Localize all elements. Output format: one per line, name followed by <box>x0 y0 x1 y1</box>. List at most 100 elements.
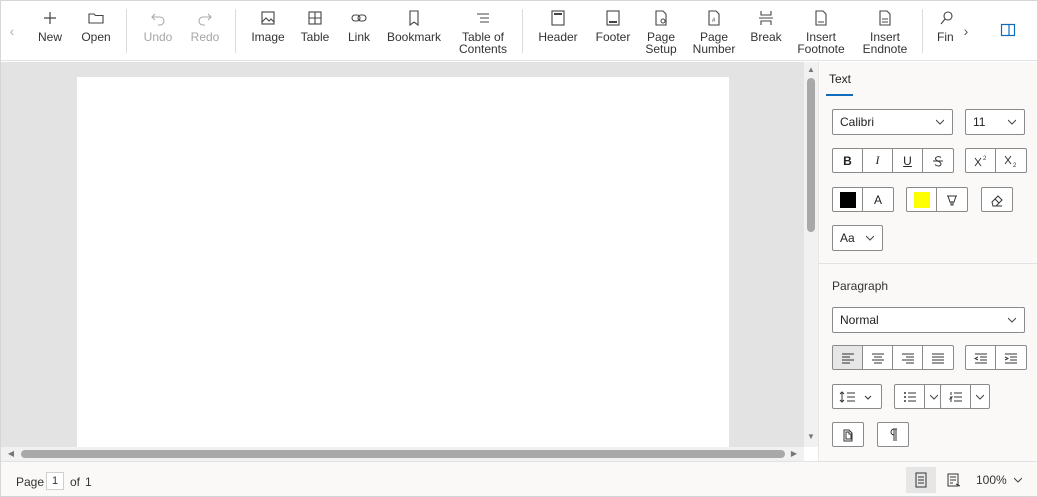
scroll-left-icon[interactable]: ◀ <box>5 447 17 461</box>
bullet-list-icon <box>903 391 916 402</box>
new-button[interactable]: New <box>35 7 65 57</box>
toolbar-scroll-left-icon[interactable]: ‹ <box>5 19 19 43</box>
italic-button[interactable]: I <box>863 149 893 172</box>
plus-icon <box>44 12 56 24</box>
highlight-dropdown-button[interactable] <box>937 188 967 211</box>
horizontal-scroll-thumb[interactable] <box>21 450 785 458</box>
link-button[interactable]: Link <box>344 7 374 57</box>
print-layout-button[interactable] <box>906 467 936 493</box>
font-color-group: A <box>832 187 894 212</box>
paste-icon <box>843 429 853 441</box>
svg-text:2: 2 <box>1013 163 1017 168</box>
zoom-select[interactable]: 100% <box>976 470 1024 490</box>
svg-text:2: 2 <box>983 156 987 162</box>
align-center-button[interactable] <box>863 346 893 369</box>
decrease-indent-button[interactable] <box>966 346 996 369</box>
bookmark-button[interactable]: Bookmark <box>387 7 441 57</box>
font-color-button[interactable] <box>833 188 863 211</box>
numbered-list-group <box>940 384 990 409</box>
highlight-color-button[interactable] <box>907 188 937 211</box>
footer-button[interactable]: Footer <box>593 7 633 57</box>
table-icon <box>308 11 322 25</box>
scroll-down-icon[interactable]: ▼ <box>804 431 818 443</box>
strikethrough-icon <box>933 155 943 166</box>
align-left-button[interactable] <box>833 346 863 369</box>
bold-button[interactable]: B <box>833 149 863 172</box>
page-number-button[interactable]: # Page Number <box>691 7 737 57</box>
open-button[interactable]: Open <box>79 7 113 57</box>
insert-endnote-button[interactable]: Insert Endnote <box>859 7 911 57</box>
scroll-up-icon[interactable]: ▲ <box>804 64 818 76</box>
superscript-button[interactable]: 2 <box>966 149 996 172</box>
font-family-value: Calibri <box>840 115 875 129</box>
table-of-contents-icon <box>477 13 489 23</box>
line-spacing-button[interactable] <box>833 385 881 408</box>
clear-formatting-button[interactable] <box>982 188 1012 211</box>
vertical-scroll-thumb[interactable] <box>807 78 815 232</box>
change-case-select[interactable]: Aa <box>832 225 883 251</box>
paragraph-section-title: Paragraph <box>832 279 889 293</box>
paste-group <box>832 422 864 447</box>
break-label: Break <box>750 30 782 44</box>
numbered-list-button[interactable] <box>941 385 971 408</box>
paragraph-style-select[interactable]: Normal <box>832 307 1025 333</box>
document-page[interactable] <box>77 77 729 447</box>
bookmark-icon <box>409 10 419 27</box>
table-button[interactable]: Table <box>299 7 331 57</box>
toolbar: ‹ New Open Undo Redo Image Table Link Bo… <box>1 1 1037 61</box>
toolbar-separator <box>522 9 523 53</box>
table-label: Table <box>300 30 330 44</box>
clear-formatting-group <box>981 187 1013 212</box>
font-size-value: 11 <box>973 115 986 129</box>
font-family-select[interactable]: Calibri <box>832 109 953 135</box>
redo-button[interactable]: Redo <box>189 7 221 57</box>
document-editor: ‹ New Open Undo Redo Image Table Link Bo… <box>0 0 1038 497</box>
numbered-list-icon <box>948 391 962 401</box>
justify-button[interactable] <box>923 346 953 369</box>
undo-label: Undo <box>143 30 173 44</box>
show-hide-marks-group <box>877 422 909 447</box>
break-button[interactable]: Break <box>749 7 783 57</box>
table-of-contents-button[interactable]: Table of Contents <box>456 7 510 57</box>
paste-button[interactable] <box>833 423 863 446</box>
vertical-scrollbar[interactable]: ▲ ▼ <box>804 62 818 447</box>
font-color-swatch <box>839 191 856 208</box>
toggle-properties-pane-button[interactable] <box>999 21 1017 39</box>
eraser-icon <box>991 194 1003 206</box>
strikethrough-button[interactable] <box>923 149 953 172</box>
increase-indent-button[interactable] <box>996 346 1026 369</box>
numbered-list-dropdown-button[interactable] <box>971 385 989 408</box>
current-page-input[interactable]: 1 <box>46 472 64 490</box>
insert-footnote-button[interactable]: Insert Footnote <box>795 7 847 57</box>
line-spacing-icon <box>839 390 872 403</box>
increase-indent-icon <box>1004 353 1017 363</box>
align-center-icon <box>871 353 884 363</box>
underline-button[interactable]: U <box>893 149 923 172</box>
open-label: Open <box>81 30 111 44</box>
scroll-right-icon[interactable]: ▶ <box>788 447 800 461</box>
font-color-dropdown-button[interactable]: A <box>863 188 893 211</box>
break-icon <box>759 11 773 25</box>
show-hide-marks-button[interactable] <box>878 423 908 446</box>
find-button[interactable]: Fin <box>937 7 957 57</box>
page-setup-icon <box>655 10 667 26</box>
page-setup-label-line2: Setup <box>645 42 677 56</box>
header-label: Header <box>538 30 578 44</box>
subscript-icon: 2 <box>1004 155 1017 168</box>
subscript-button[interactable]: 2 <box>996 149 1026 172</box>
header-button[interactable]: Header <box>538 7 578 57</box>
align-right-button[interactable] <box>893 346 923 369</box>
document-canvas[interactable] <box>1 62 804 447</box>
tab-text[interactable]: Text <box>829 72 851 86</box>
page-number-icon: # <box>708 10 720 26</box>
image-button[interactable]: Image <box>251 7 285 57</box>
bullet-list-button[interactable] <box>895 385 925 408</box>
horizontal-scrollbar[interactable]: ◀ ▶ <box>1 447 804 461</box>
web-layout-button[interactable] <box>939 467 969 493</box>
toolbar-scroll-right-icon[interactable]: › <box>959 19 973 43</box>
font-size-select[interactable]: 11 <box>965 109 1025 135</box>
undo-button[interactable]: Undo <box>142 7 174 57</box>
page-setup-button[interactable]: Page Setup <box>643 7 679 57</box>
line-spacing-group <box>832 384 882 409</box>
link-icon <box>351 14 367 22</box>
